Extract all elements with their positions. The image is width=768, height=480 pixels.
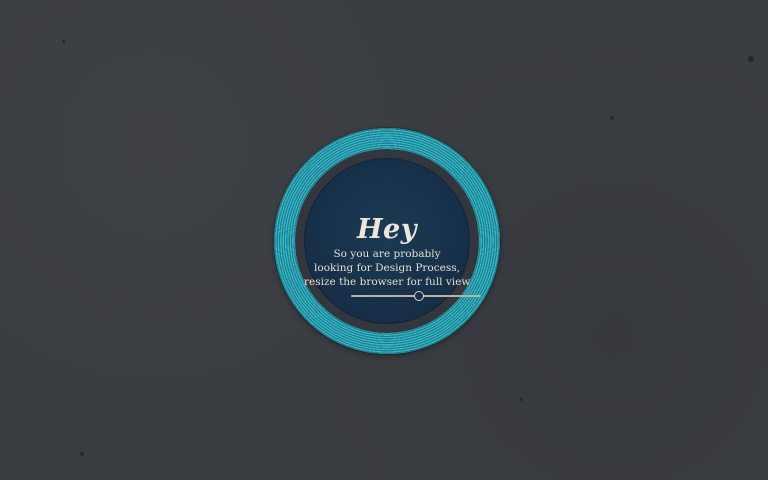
badge-message-line: resize the browser for full view (304, 276, 471, 288)
badge-message-line: So you are probably (333, 248, 441, 260)
badge-message-line: looking for Design Process, (314, 262, 460, 274)
page-background: Hey So you are probably looking for Desi… (0, 0, 768, 480)
badge-heading: Hey (357, 214, 417, 245)
badge-message: So you are probably looking for Design P… (304, 247, 470, 289)
badge-ring-gap: Hey So you are probably looking for Desi… (295, 149, 481, 333)
badge-inner-circle: Hey So you are probably looking for Desi… (304, 158, 481, 324)
resize-slider-knob[interactable] (414, 291, 424, 301)
background-speck (520, 398, 523, 401)
background-speck (610, 116, 614, 120)
background-speck (748, 56, 754, 62)
welcome-badge: Hey So you are probably looking for Desi… (274, 128, 500, 354)
background-speck (62, 40, 65, 43)
background-speck (80, 452, 84, 456)
